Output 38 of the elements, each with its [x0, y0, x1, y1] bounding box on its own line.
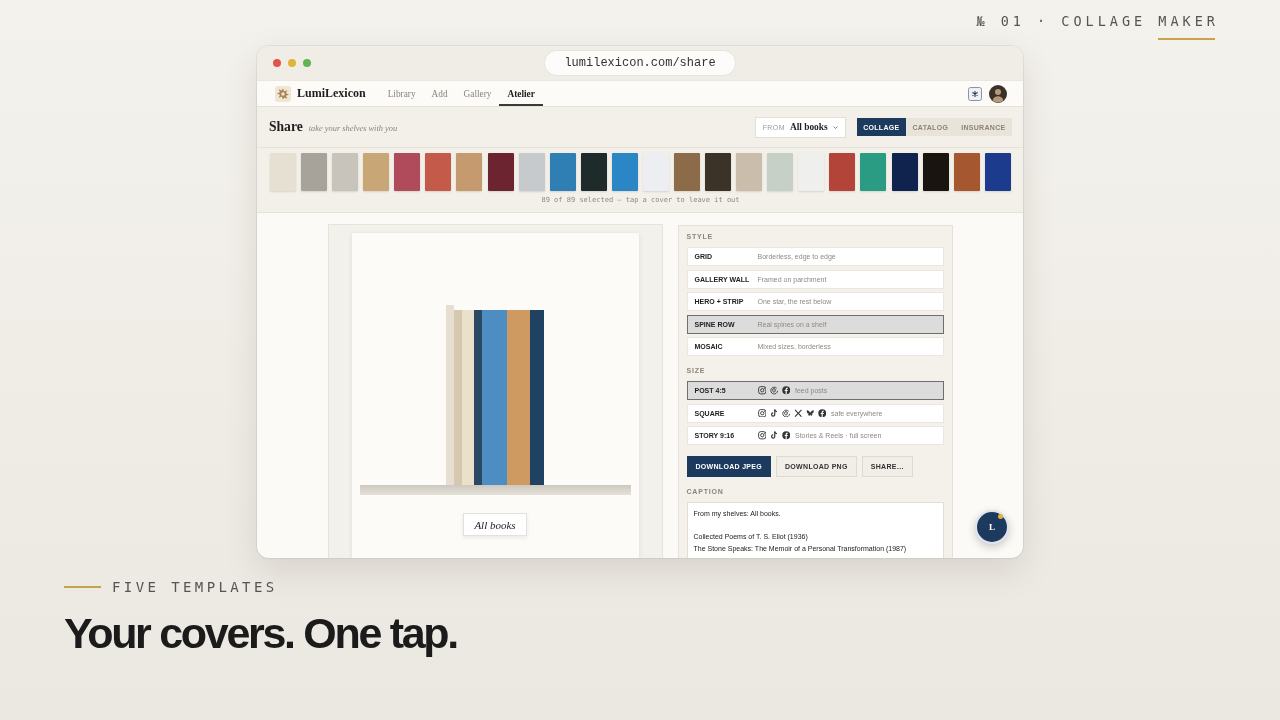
nav-tab[interactable]: Gallery: [455, 81, 500, 106]
section-kicker: FIVE TEMPLATES: [112, 579, 278, 595]
nav-tab[interactable]: Add: [423, 81, 456, 106]
headline: Your covers. One tap.: [64, 609, 457, 657]
book-cover[interactable]: [891, 153, 918, 191]
x-icon: [793, 408, 802, 418]
instagram-icon: [757, 408, 766, 418]
book-cover[interactable]: [922, 153, 949, 191]
facebook-icon: [817, 408, 826, 418]
facebook-icon: [781, 431, 790, 440]
book-cover[interactable]: [487, 153, 514, 191]
maximize-dot-icon[interactable]: [303, 59, 311, 67]
minimize-dot-icon[interactable]: [288, 59, 296, 67]
instagram-icon: [757, 386, 766, 395]
nav-tab[interactable]: Atelier: [499, 81, 543, 106]
help-button[interactable]: L: [975, 510, 1009, 544]
instagram-icon: [757, 431, 766, 440]
address-bar[interactable]: lumilexicon.com/share: [545, 51, 735, 75]
threads-icon: [781, 408, 790, 418]
book-cover[interactable]: [984, 153, 1011, 191]
asterisk-icon[interactable]: [968, 86, 982, 101]
chevron-down-icon: [832, 125, 838, 129]
collage-label: All books: [463, 513, 527, 536]
threads-icon: [769, 386, 778, 395]
butterfly-icon: [805, 408, 814, 418]
tiktok-icon: [769, 408, 778, 418]
book-cover[interactable]: [580, 153, 607, 191]
page-title: Share: [269, 119, 303, 135]
book-cover[interactable]: [705, 153, 732, 191]
facebook-icon: [781, 386, 790, 395]
nav-tab[interactable]: Library: [379, 81, 424, 106]
star-icon: [275, 85, 291, 102]
brand-name[interactable]: LumiLexicon: [297, 86, 366, 101]
page-subtitle: take your shelves with you: [308, 123, 398, 133]
close-dot-icon[interactable]: [273, 59, 281, 67]
tiktok-icon: [769, 431, 778, 440]
avatar-icon[interactable]: [989, 84, 1007, 103]
section-kicker: № 01 · COLLAGE MAKER: [976, 13, 1219, 29]
